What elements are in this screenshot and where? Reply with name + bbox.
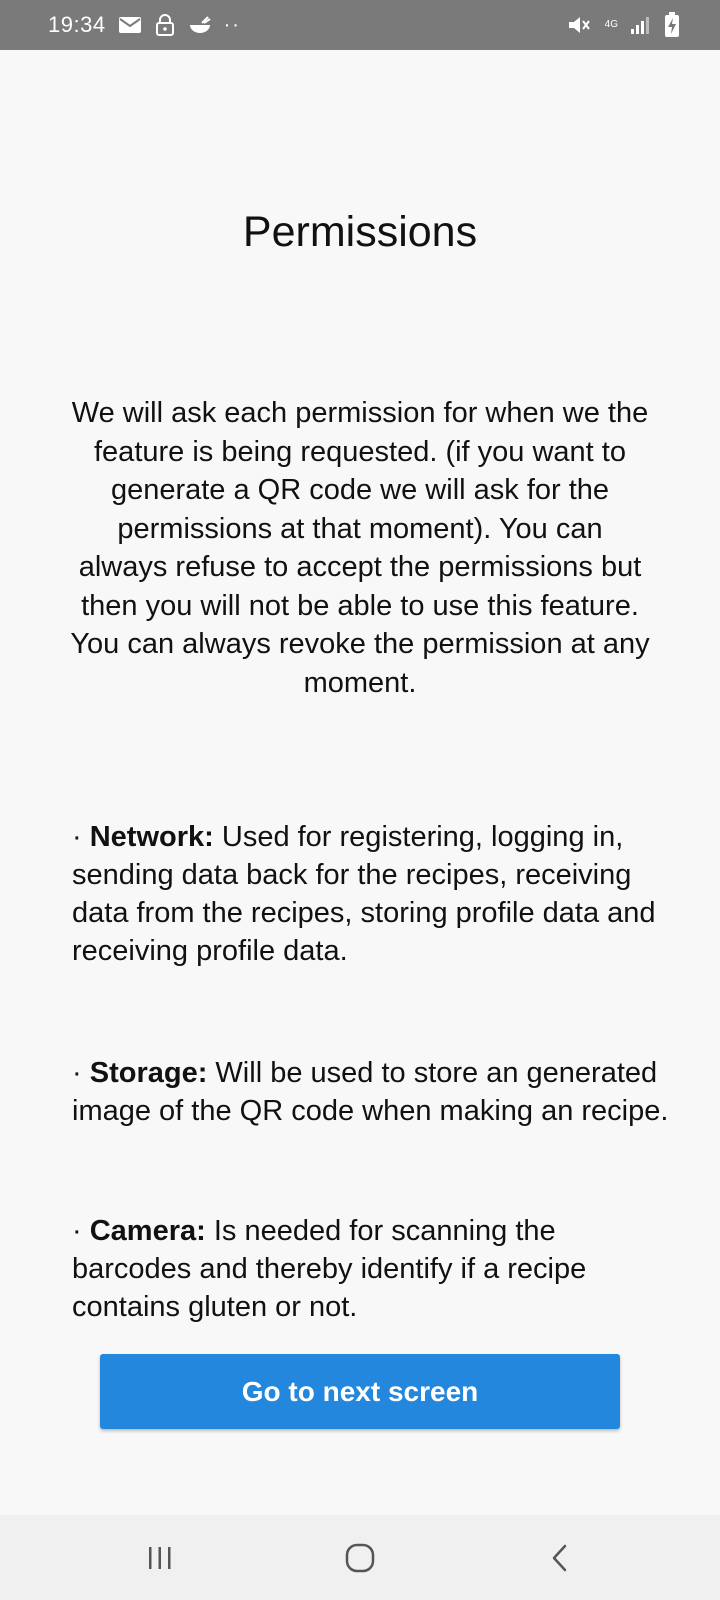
permission-name: Camera: <box>89 1215 206 1247</box>
page-title: Permissions <box>242 208 478 256</box>
food-bowl-icon <box>188 15 212 35</box>
intro-text: We will ask each permission for when we … <box>70 397 650 699</box>
bullet: · <box>72 821 82 853</box>
status-time: 19:34 <box>48 12 106 37</box>
bullet: · <box>72 1057 82 1089</box>
recent-apps-icon[interactable] <box>120 1528 200 1588</box>
next-screen-button[interactable]: Go to next screen <box>100 1354 620 1429</box>
permission-network: · Network: Used for registering, logging… <box>72 818 672 970</box>
permission-name: Storage: <box>89 1057 208 1089</box>
signal-icon <box>630 15 652 35</box>
network-type-label: 4G <box>604 19 618 30</box>
mail-icon <box>118 16 142 34</box>
lock-icon <box>154 14 176 36</box>
screen: 19:34 ·· 4G Permissions We will ask each… <box>0 0 720 1600</box>
back-icon[interactable] <box>520 1528 600 1588</box>
mute-icon <box>567 14 593 36</box>
bullet: · <box>72 1215 82 1247</box>
battery-charging-icon <box>664 12 680 38</box>
home-icon[interactable] <box>320 1528 400 1588</box>
permission-storage: · Storage: Will be used to store an gene… <box>72 1054 672 1130</box>
permission-name: Network: <box>89 821 214 853</box>
network-4g-icon: 4G <box>605 20 618 30</box>
permission-camera: · Camera: Is needed for scanning the bar… <box>72 1212 672 1326</box>
more-dots-icon: ·· <box>223 13 241 36</box>
status-right: 4G <box>567 12 680 38</box>
navigation-bar <box>0 1515 720 1600</box>
status-left: 19:34 ·· <box>48 12 241 38</box>
status-bar: 19:34 ·· 4G <box>0 0 720 50</box>
